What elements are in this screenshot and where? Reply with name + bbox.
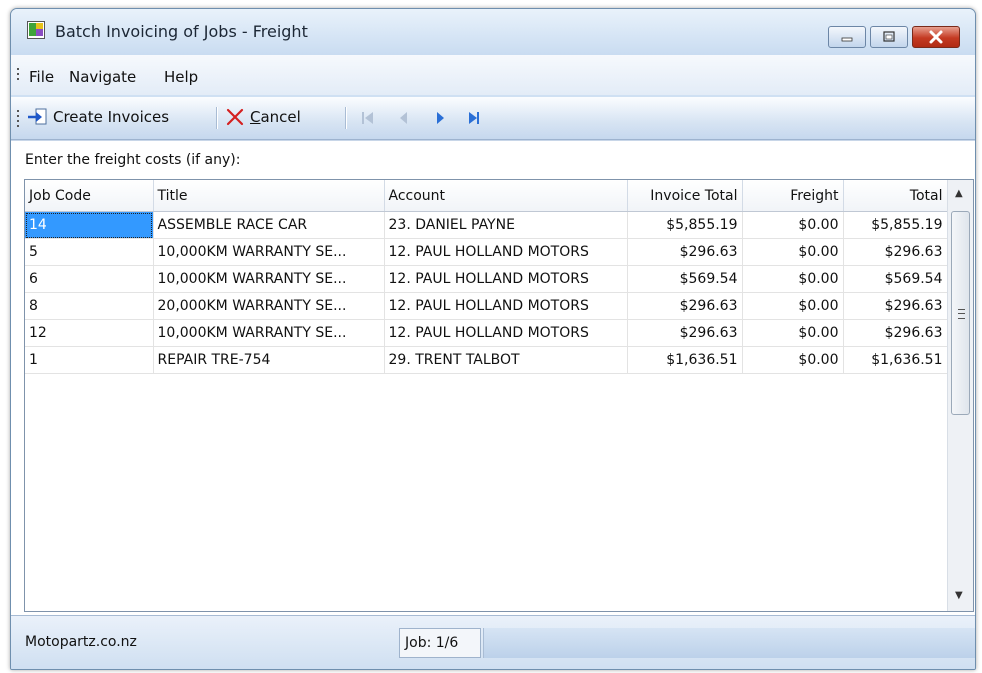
window-title: Batch Invoicing of Jobs - Freight — [55, 22, 308, 41]
column-header-title[interactable]: Title — [153, 180, 385, 212]
cell-freight[interactable]: $0.00 — [742, 238, 844, 266]
cell-title[interactable]: 10,000KM WARRANTY SE... — [153, 238, 385, 266]
cell-freight[interactable]: $0.00 — [742, 319, 844, 347]
cell-invoice-total[interactable]: $296.63 — [627, 319, 743, 347]
cell-invoice-total[interactable]: $569.54 — [627, 265, 743, 293]
cell-invoice-total[interactable]: $5,855.19 — [627, 211, 743, 239]
toolbar: Create Invoices Cancel — [11, 97, 975, 140]
column-header-account[interactable]: Account — [384, 180, 628, 212]
cell-freight[interactable]: $0.00 — [742, 211, 844, 239]
status-company: Motopartz.co.nz — [25, 634, 137, 650]
menu-file[interactable]: File — [29, 68, 54, 86]
cancel-button[interactable]: Cancel — [225, 107, 327, 129]
cell-freight[interactable]: $0.00 — [742, 346, 844, 374]
column-header-invoice-total[interactable]: Invoice Total — [627, 180, 743, 212]
cell-job-code[interactable]: 6 — [25, 265, 154, 293]
cancel-icon — [226, 108, 244, 126]
app-window: Batch Invoicing of Jobs - Freight File N… — [10, 8, 976, 670]
cell-total[interactable]: $1,636.51 — [843, 346, 948, 374]
cell-total[interactable]: $296.63 — [843, 238, 948, 266]
minimize-icon — [841, 37, 853, 42]
table-row[interactable]: 6 10,000KM WARRANTY SE... 12. PAUL HOLLA… — [25, 265, 948, 293]
status-job-counter: Job: 1/6 — [405, 635, 459, 651]
cell-account[interactable]: 12. PAUL HOLLAND MOTORS — [384, 238, 628, 266]
cell-job-code[interactable]: 5 — [25, 238, 154, 266]
column-header-job-code[interactable]: Job Code — [25, 180, 154, 212]
status-filler — [483, 628, 975, 658]
minimize-button[interactable] — [828, 26, 866, 48]
cell-total[interactable]: $296.63 — [843, 319, 948, 347]
cell-freight[interactable]: $0.00 — [742, 292, 844, 320]
cell-account[interactable]: 23. DANIEL PAYNE — [384, 211, 628, 239]
cell-title[interactable]: 10,000KM WARRANTY SE... — [153, 319, 385, 347]
cell-job-code[interactable]: 1 — [25, 346, 154, 374]
scroll-grip-icon — [958, 309, 965, 319]
column-header-total[interactable]: Total — [843, 180, 948, 212]
create-invoices-button[interactable]: Create Invoices — [27, 107, 203, 129]
menu-navigate[interactable]: Navigate — [69, 68, 136, 86]
column-header-freight[interactable]: Freight — [742, 180, 844, 212]
app-icon — [27, 21, 45, 39]
create-invoices-label: Create Invoices — [53, 108, 170, 126]
create-invoices-icon — [28, 108, 47, 125]
freight-prompt: Enter the freight costs (if any): — [25, 152, 241, 168]
cell-title[interactable]: ASSEMBLE RACE CAR — [153, 211, 385, 239]
scroll-down-arrow-icon[interactable]: ▼ — [955, 590, 963, 601]
maximize-button[interactable] — [870, 26, 908, 48]
cell-total[interactable]: $569.54 — [843, 265, 948, 293]
toolbar-separator — [345, 107, 347, 129]
menu-help[interactable]: Help — [164, 68, 198, 86]
cell-account[interactable]: 12. PAUL HOLLAND MOTORS — [384, 265, 628, 293]
title-bar[interactable]: Batch Invoicing of Jobs - Freight — [11, 9, 975, 55]
cancel-label-rest: ancel — [260, 108, 301, 126]
header-row: Job Code Title Account Invoice Total Fre… — [25, 180, 948, 212]
vertical-scrollbar[interactable]: ▲ ▼ — [947, 180, 973, 611]
menubar-grip-icon — [17, 68, 19, 80]
cancel-accel-letter: C — [250, 108, 261, 126]
cell-job-code[interactable]: 14 — [25, 211, 154, 239]
scroll-up-arrow-icon[interactable]: ▲ — [955, 188, 963, 199]
jobs-table: Job Code Title Account Invoice Total Fre… — [25, 180, 948, 374]
cell-total[interactable]: $5,855.19 — [843, 211, 948, 239]
first-record-icon[interactable] — [361, 110, 375, 126]
menu-bar: File Navigate Help — [11, 55, 975, 95]
table-row[interactable]: 5 10,000KM WARRANTY SE... 12. PAUL HOLLA… — [25, 238, 948, 266]
cell-total[interactable]: $296.63 — [843, 292, 948, 320]
maximize-icon — [883, 31, 895, 42]
scroll-thumb[interactable] — [951, 211, 970, 415]
cell-account[interactable]: 12. PAUL HOLLAND MOTORS — [384, 319, 628, 347]
table-row[interactable]: 14 ASSEMBLE RACE CAR 23. DANIEL PAYNE $5… — [25, 211, 948, 239]
last-record-icon[interactable] — [467, 110, 481, 126]
previous-record-icon[interactable] — [397, 110, 411, 126]
toolbar-grip-icon — [17, 110, 19, 127]
cancel-label: Cancel — [250, 108, 301, 126]
content-area: Enter the freight costs (if any): Job Co… — [11, 140, 975, 616]
table-row[interactable]: 8 20,000KM WARRANTY SE... 12. PAUL HOLLA… — [25, 292, 948, 320]
table-row[interactable]: 12 10,000KM WARRANTY SE... 12. PAUL HOLL… — [25, 319, 948, 347]
next-record-icon[interactable] — [433, 110, 447, 126]
cell-account[interactable]: 12. PAUL HOLLAND MOTORS — [384, 292, 628, 320]
cell-invoice-total[interactable]: $1,636.51 — [627, 346, 743, 374]
jobs-grid[interactable]: Job Code Title Account Invoice Total Fre… — [24, 179, 974, 612]
status-job-panel: Job: 1/6 — [399, 628, 481, 658]
table-row[interactable]: 1 REPAIR TRE-754 29. TRENT TALBOT $1,636… — [25, 346, 948, 374]
close-icon — [929, 30, 943, 44]
cell-job-code[interactable]: 12 — [25, 319, 154, 347]
status-bar: Motopartz.co.nz Job: 1/6 — [11, 615, 975, 669]
cell-title[interactable]: 20,000KM WARRANTY SE... — [153, 292, 385, 320]
cell-title[interactable]: REPAIR TRE-754 — [153, 346, 385, 374]
cell-invoice-total[interactable]: $296.63 — [627, 238, 743, 266]
close-button[interactable] — [912, 26, 960, 48]
cell-freight[interactable]: $0.00 — [742, 265, 844, 293]
cell-invoice-total[interactable]: $296.63 — [627, 292, 743, 320]
cell-account[interactable]: 29. TRENT TALBOT — [384, 346, 628, 374]
cell-title[interactable]: 10,000KM WARRANTY SE... — [153, 265, 385, 293]
toolbar-separator — [216, 107, 218, 129]
cell-job-code[interactable]: 8 — [25, 292, 154, 320]
